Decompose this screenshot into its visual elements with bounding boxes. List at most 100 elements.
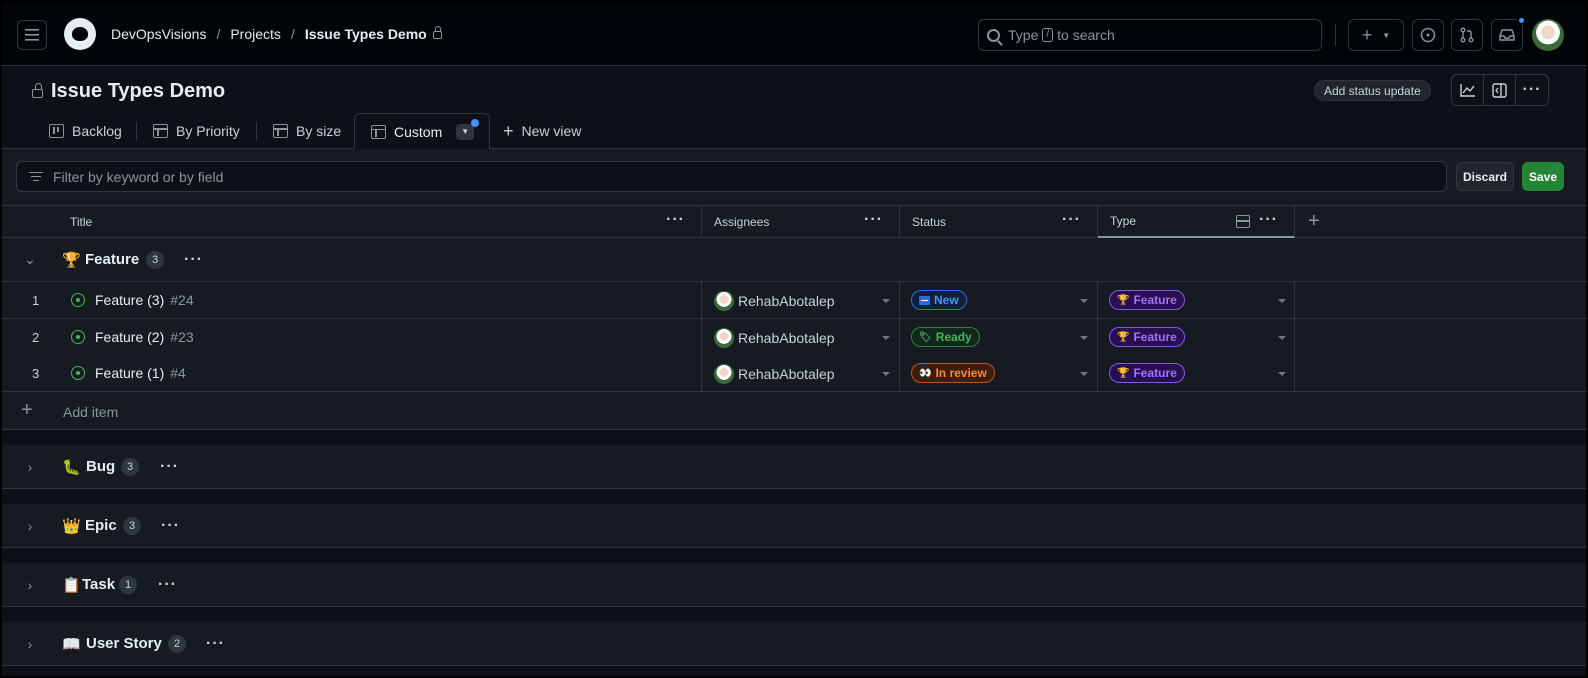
triangle-down-icon[interactable]	[1278, 299, 1286, 303]
type-badge: 🏆 Feature	[1109, 290, 1185, 310]
project-title-text: Issue Types Demo	[51, 80, 226, 102]
triangle-down-icon[interactable]	[1080, 372, 1088, 376]
table-row[interactable]: 2 Feature (2) #23 RehabAbotalep 🏷 Ready 🏆 F…	[2, 319, 1586, 356]
save-button[interactable]: Save	[1522, 162, 1564, 191]
group-header-user-story[interactable]: › 📖 User Story 2 ···	[2, 622, 1586, 666]
user-avatar[interactable]	[1532, 19, 1564, 51]
tab-label: By size	[296, 123, 342, 139]
group-menu-icon[interactable]: ···	[206, 635, 225, 653]
group-menu-icon[interactable]: ···	[161, 517, 180, 535]
column-header-type[interactable]: Type ···	[1098, 206, 1295, 238]
insights-button[interactable]	[1452, 75, 1484, 105]
column-header-title[interactable]: Title ···	[58, 206, 702, 238]
group-name: User Story	[86, 635, 162, 652]
status-badge: New	[911, 290, 967, 310]
search-icon	[987, 28, 1000, 42]
inbox-button[interactable]	[1491, 16, 1526, 51]
view-tabs: Backlog By Priority By size Custom ▼ + N…	[2, 113, 1586, 150]
search-input[interactable]: Type / to search	[978, 19, 1322, 51]
more-options-button[interactable]: ···	[1516, 75, 1548, 105]
group-count: 2	[168, 634, 186, 653]
toggle-sidebar-button[interactable]	[1484, 75, 1516, 105]
column-menu-icon[interactable]: ···	[1259, 212, 1278, 228]
tab-custom[interactable]: Custom ▼	[354, 113, 490, 150]
tab-by-priority[interactable]: By Priority	[153, 113, 240, 149]
breadcrumb-projects[interactable]: Projects	[230, 26, 281, 42]
column-menu-icon[interactable]: ···	[1062, 212, 1081, 228]
tab-divider	[256, 122, 257, 140]
column-menu-icon[interactable]: ···	[864, 212, 883, 228]
issues-button[interactable]	[1412, 19, 1444, 51]
breadcrumb-separator: /	[290, 26, 295, 42]
group-header-feature[interactable]: ⌄ 🏆 Feature 3 ···	[2, 238, 1586, 282]
menu-button[interactable]	[17, 20, 47, 50]
tab-by-size[interactable]: By size	[273, 113, 341, 149]
global-header: DevOpsVisions / Projects / Issue Types D…	[2, 2, 1586, 66]
add-status-update-button[interactable]: Add status update	[1314, 80, 1431, 101]
tab-backlog[interactable]: Backlog	[49, 113, 122, 149]
column-menu-icon[interactable]: ···	[666, 212, 685, 228]
group-name: Task	[82, 576, 116, 593]
group-spacer	[2, 608, 1586, 622]
group-header-task[interactable]: › 📋 Task 1 ···	[2, 563, 1586, 607]
chevron-right-icon[interactable]: ›	[24, 577, 36, 593]
plus-icon: +	[1361, 24, 1373, 45]
add-item-row[interactable]: + Add item	[2, 392, 1586, 430]
hamburger-icon	[25, 29, 39, 41]
github-logo-icon[interactable]	[64, 18, 96, 50]
breadcrumb: DevOpsVisions / Projects / Issue Types D…	[111, 26, 442, 42]
triangle-down-icon[interactable]	[1080, 336, 1088, 340]
group-menu-icon[interactable]: ···	[158, 576, 177, 594]
tab-divider	[136, 122, 137, 140]
sidebar-icon	[1492, 82, 1507, 98]
status-label: In review	[935, 366, 987, 380]
chevron-right-icon[interactable]: ›	[24, 518, 36, 534]
lock-icon	[432, 26, 442, 39]
trophy-icon: 🏆	[62, 251, 81, 269]
group-name: Epic	[85, 517, 117, 534]
book-icon: 📖	[62, 635, 81, 653]
project-title: Issue Types Demo	[32, 80, 225, 103]
crown-icon: 👑	[62, 517, 81, 535]
assignee-name: RehabAbotalep	[738, 293, 835, 309]
triangle-down-icon[interactable]	[1278, 336, 1286, 340]
group-menu-icon[interactable]: ···	[184, 251, 203, 269]
breadcrumb-org[interactable]: DevOpsVisions	[111, 26, 206, 42]
triangle-down-icon[interactable]	[1080, 299, 1088, 303]
triangle-down-icon[interactable]	[1278, 372, 1286, 376]
group-header-epic[interactable]: › 👑 Epic 3 ···	[2, 504, 1586, 548]
filter-placeholder: Filter by keyword or by field	[53, 168, 224, 185]
new-view-button[interactable]: + New view	[503, 113, 581, 149]
chevron-right-icon[interactable]: ›	[24, 459, 36, 475]
add-field-button[interactable]: +	[1308, 210, 1320, 233]
chevron-right-icon[interactable]: ›	[24, 636, 36, 652]
assignee-name: RehabAbotalep	[738, 330, 835, 346]
lock-icon	[32, 83, 43, 98]
project-toolbar: ···	[1451, 74, 1549, 106]
table-header: Title ··· Assignees ··· Status ··· Type …	[2, 205, 1586, 238]
table-icon	[273, 124, 288, 138]
triangle-down-icon[interactable]	[882, 372, 890, 376]
table-row[interactable]: 1 Feature (3) #24 RehabAbotalep New 🏆 Feat…	[2, 282, 1586, 319]
table-row[interactable]: 3 Feature (1) #4 RehabAbotalep 👀 In review…	[2, 355, 1586, 392]
column-label: Status	[912, 215, 947, 229]
column-header-status[interactable]: Status ···	[900, 206, 1098, 238]
group-header-bug[interactable]: › 🐛 Bug 3 ···	[2, 445, 1586, 489]
column-header-assignees[interactable]: Assignees ···	[702, 206, 900, 238]
triangle-down-icon[interactable]	[882, 299, 890, 303]
create-new-button[interactable]: + ▼	[1348, 19, 1404, 51]
title-cell	[2, 355, 702, 391]
group-menu-icon[interactable]: ···	[160, 458, 179, 476]
triangle-down-icon[interactable]	[882, 336, 890, 340]
view-options-button[interactable]: ▼	[456, 118, 480, 140]
trophy-icon: 🏆	[1117, 367, 1130, 379]
breadcrumb-project[interactable]: Issue Types Demo	[305, 26, 427, 42]
plus-icon: +	[503, 120, 514, 141]
status-badge: 👀 In review	[911, 363, 995, 383]
plus-icon: +	[21, 399, 33, 421]
issue-opened-icon	[1420, 27, 1436, 43]
chevron-down-icon[interactable]: ⌄	[24, 251, 36, 268]
discard-button[interactable]: Discard	[1456, 162, 1514, 191]
pull-requests-button[interactable]	[1451, 19, 1483, 51]
filter-input[interactable]: Filter by keyword or by field	[16, 161, 1447, 192]
